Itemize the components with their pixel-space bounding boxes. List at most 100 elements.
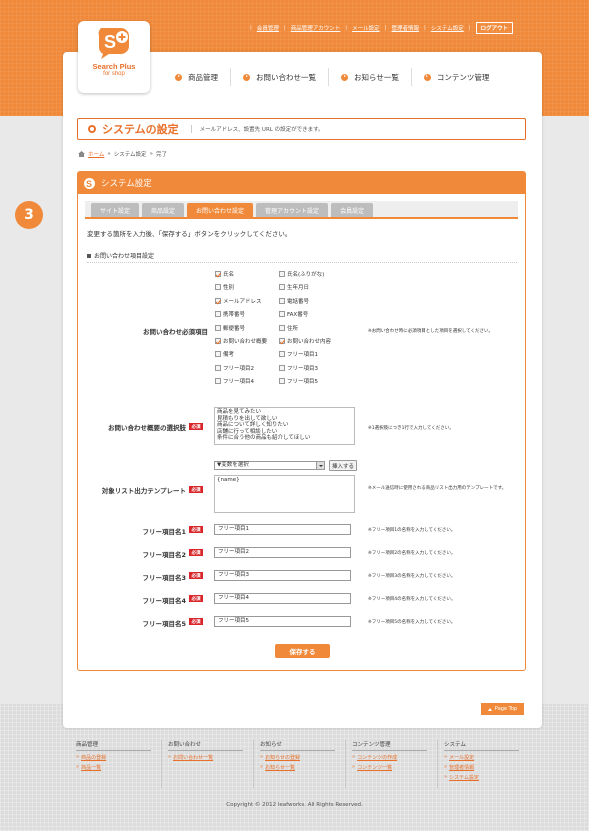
checkbox-label: 住所 xyxy=(287,325,299,332)
required-field-checkbox[interactable]: FAX番号 xyxy=(279,310,355,318)
arrow-circle-icon xyxy=(423,73,431,81)
checkbox-icon[interactable] xyxy=(215,337,221,344)
required-badge: 必須 xyxy=(189,486,203,493)
tab-admin-account-settings[interactable]: 管理アカウント設定 xyxy=(256,203,329,217)
nav-products[interactable]: 商品管理 xyxy=(163,68,231,86)
free-item-input[interactable]: フリー項目2 xyxy=(214,547,351,558)
checkbox-label: フリー項目3 xyxy=(287,365,318,372)
required-field-checkbox[interactable]: 携帯番号 xyxy=(215,310,279,318)
required-field-checkbox[interactable]: フリー項目4 xyxy=(215,377,279,385)
checkbox-icon[interactable] xyxy=(279,351,285,358)
required-field-checkbox[interactable]: メールアドレス xyxy=(215,297,279,305)
checkbox-icon[interactable] xyxy=(215,378,221,385)
footer-link[interactable]: コンテンツ一覧 xyxy=(357,764,392,771)
double-arrow-icon: » xyxy=(444,764,448,770)
checkbox-icon[interactable] xyxy=(215,297,221,304)
required-field-checkbox[interactable]: フリー項目5 xyxy=(279,377,355,385)
logout-button[interactable]: ログアウト xyxy=(475,22,514,34)
free-item-note: ※フリー項目4の名称を入力してください。 xyxy=(368,597,456,602)
checkbox-icon[interactable] xyxy=(279,271,285,277)
required-field-checkbox[interactable]: お問い合わせ内容 xyxy=(279,337,355,345)
checkbox-icon[interactable] xyxy=(279,337,285,344)
toplink-mail-settings[interactable]: メール設定 xyxy=(352,24,380,32)
required-field-checkbox[interactable]: 生年月日 xyxy=(279,283,355,291)
home-icon xyxy=(78,151,85,157)
checkbox-icon[interactable] xyxy=(279,324,285,331)
required-field-checkbox[interactable]: 氏名(ふりがな) xyxy=(279,270,355,278)
tab-member-settings[interactable]: 会員設定 xyxy=(331,203,374,217)
template-textarea[interactable]: {name} xyxy=(214,475,355,513)
footer-heading: お問い合わせ xyxy=(168,740,243,751)
checkbox-label: 氏名 xyxy=(223,272,235,278)
footer-heading: コンテンツ管理 xyxy=(352,740,427,751)
required-field-checkbox[interactable]: 性別 xyxy=(215,283,279,291)
required-field-checkbox[interactable]: 郵便番号 xyxy=(215,324,279,332)
page-top-button[interactable]: Page Top xyxy=(481,703,524,715)
footer-link[interactable]: お知らせ一覧 xyxy=(265,764,295,771)
footer-link[interactable]: 管理者情報 xyxy=(449,764,474,771)
summary-options-textarea[interactable]: 商品を見てみたい 見積もりを出して欲しい 商品について詳しく知りたい 店舗に行っ… xyxy=(214,407,355,445)
nav-news[interactable]: お知らせ一覧 xyxy=(329,68,412,86)
section-divider xyxy=(87,262,517,263)
arrow-circle-icon xyxy=(175,73,182,81)
free-item-input[interactable]: フリー項目3 xyxy=(214,570,351,581)
checkbox-icon[interactable] xyxy=(215,324,221,331)
main-nav: 商品管理 お問い合わせ一覧 お知らせ一覧 コンテンツ管理 xyxy=(163,68,530,86)
breadcrumb-home[interactable]: ホーム xyxy=(88,150,104,158)
toplink-system-settings[interactable]: システム設定 xyxy=(431,24,464,32)
checkbox-icon[interactable] xyxy=(215,284,221,291)
footer-link[interactable]: 商品一覧 xyxy=(81,764,101,771)
free-item-input[interactable]: フリー項目4 xyxy=(214,593,351,604)
required-field-checkbox[interactable]: フリー項目2 xyxy=(215,364,279,372)
template-label: 対象リスト出力テンプレート xyxy=(101,487,186,495)
required-field-checkbox[interactable]: 電話番号 xyxy=(279,297,355,305)
chevron-down-icon xyxy=(316,462,324,469)
checkbox-icon[interactable] xyxy=(279,297,285,304)
checkbox-icon[interactable] xyxy=(279,364,285,371)
checkbox-icon[interactable] xyxy=(279,284,285,291)
free-item-input[interactable]: フリー項目1 xyxy=(214,524,351,535)
footer-column: 商品管理» 商品の登録» 商品一覧 xyxy=(70,740,162,788)
toplink-product-account[interactable]: 商品管理アカウント xyxy=(291,24,341,32)
checkbox-label: 備考 xyxy=(223,352,235,359)
required-field-checkbox[interactable]: フリー項目3 xyxy=(279,364,355,372)
free-item-note: ※フリー項目2の名称を入力してください。 xyxy=(368,551,456,556)
footer-link[interactable]: メール設定 xyxy=(449,754,474,761)
checkbox-icon[interactable] xyxy=(215,364,221,371)
free-item-input[interactable]: フリー項目5 xyxy=(214,616,351,627)
toplink-admin-info[interactable]: 管理者情報 xyxy=(391,24,419,32)
required-field-checkbox[interactable]: お問い合わせ概要 xyxy=(215,337,279,345)
checkbox-icon[interactable] xyxy=(215,311,221,318)
footer-link[interactable]: コンテンツの作成 xyxy=(357,754,397,761)
checkbox-icon[interactable] xyxy=(279,311,285,318)
nav-inquiries[interactable]: お問い合わせ一覧 xyxy=(231,68,329,86)
required-field-checkbox[interactable]: 備考 xyxy=(215,350,279,358)
template-note: ※メール送信時に使用される商品リスト出力用のテンプレートです。 xyxy=(368,486,507,491)
insert-button[interactable]: 挿入する xyxy=(329,460,357,471)
checkbox-icon[interactable] xyxy=(279,378,285,385)
footer-link[interactable]: お問い合わせ一覧 xyxy=(173,754,213,761)
tab-inquiry-settings[interactable]: お問い合わせ設定 xyxy=(187,203,254,217)
footer-link[interactable]: システム設定 xyxy=(449,774,479,781)
nav-contents[interactable]: コンテンツ管理 xyxy=(412,68,502,86)
footer-column: お知らせ» お知らせの登録» お知らせ一覧 xyxy=(254,740,346,788)
variable-select[interactable]: ▼変数を選択 xyxy=(214,461,325,470)
footer-link[interactable]: お知らせの登録 xyxy=(265,754,300,761)
checkbox-icon[interactable] xyxy=(215,271,221,277)
logo-small-icon: S xyxy=(84,177,95,189)
tab-site-settings[interactable]: サイト設定 xyxy=(91,203,140,217)
checkbox-label: メールアドレス xyxy=(223,298,262,305)
required-field-checkbox[interactable]: フリー項目1 xyxy=(279,350,355,358)
save-button[interactable]: 保存する xyxy=(275,644,330,658)
breadcrumb: ホーム » システム設定 » 完了 xyxy=(78,150,167,158)
checkbox-icon[interactable] xyxy=(215,351,221,358)
square-bullet-icon xyxy=(87,253,91,258)
footer-link[interactable]: 商品の登録 xyxy=(81,754,106,761)
footer-heading: システム xyxy=(444,740,519,751)
required-field-checkbox[interactable]: 住所 xyxy=(279,324,355,332)
tab-product-settings[interactable]: 商品設定 xyxy=(142,203,185,217)
toplink-members[interactable]: 会員管理 xyxy=(257,24,279,32)
logo[interactable]: S Search Plus for shop xyxy=(78,21,150,93)
footer-link-row: » お知らせ一覧 xyxy=(260,764,345,771)
required-field-checkbox[interactable]: 氏名 xyxy=(215,270,279,278)
